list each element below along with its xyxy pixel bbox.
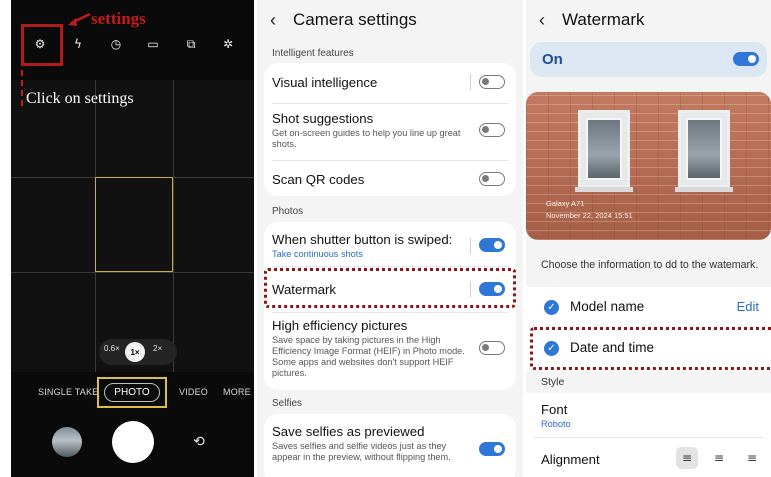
watermark-panel: ‹ Watermark On Galaxy A71 November 22, 2… — [526, 0, 771, 477]
window-image — [675, 110, 733, 192]
watermark-header: ‹ Watermark — [526, 0, 771, 40]
filters-icon[interactable]: ✲ — [219, 35, 237, 53]
on-label: On — [542, 51, 563, 68]
settings-header: ‹ Camera settings — [257, 0, 523, 40]
option-label: Model name — [570, 299, 645, 314]
camera-settings-panel: ‹ Camera settings Intelligent features V… — [257, 0, 523, 477]
flash-icon[interactable]: ϟ — [69, 35, 87, 53]
alignment-label: Alignment — [541, 452, 600, 467]
align-center-icon[interactable]: ≡ — [708, 447, 730, 469]
zoom-option-1x[interactable]: 1× — [125, 342, 145, 362]
watermark-highlight-box — [264, 268, 516, 308]
mode-more[interactable]: MORE — [223, 387, 251, 397]
gallery-thumbnail[interactable] — [52, 427, 82, 457]
switch-camera-icon[interactable]: ⟲ — [191, 434, 207, 450]
setting-value: Take continuous shots — [272, 249, 363, 259]
zoom-option-0-6x[interactable]: 0.6× — [104, 344, 120, 353]
zoom-option-2x[interactable]: 2× — [153, 344, 162, 353]
setting-shutter-swiped[interactable]: When shutter button is swiped: Take cont… — [272, 232, 482, 260]
back-arrow-icon[interactable]: ‹ — [539, 10, 553, 31]
setting-label: Save selfies as previewed — [272, 424, 425, 439]
section-intelligent-features: Intelligent features — [272, 48, 354, 59]
setting-description: Save space by taking pictures in the Hig… — [272, 335, 465, 378]
setting-label: Font — [541, 402, 568, 417]
shot-suggestions-toggle[interactable] — [479, 123, 505, 137]
setting-description: Get on-screen guides to help you line up… — [272, 128, 461, 149]
divider — [534, 437, 763, 438]
edit-button[interactable]: Edit — [737, 299, 759, 314]
watermark-on-toggle[interactable] — [733, 52, 759, 66]
focus-frame — [95, 177, 173, 272]
shutter-swiped-toggle[interactable] — [479, 238, 505, 252]
annotation-arrow-icon — [68, 12, 91, 26]
settings-annotation: settings — [91, 9, 146, 28]
aspect-ratio-icon[interactable]: ▭ — [144, 35, 162, 53]
section-selfies: Selfies — [272, 398, 303, 409]
motion-photo-icon[interactable]: ⧉ — [182, 35, 200, 53]
page-title: Camera settings — [293, 10, 417, 29]
high-efficiency-toggle[interactable] — [479, 341, 505, 355]
divider — [470, 74, 471, 90]
grid-line — [173, 80, 174, 372]
option-model-name[interactable]: ✓ Model name Edit — [526, 289, 771, 325]
section-photos: Photos — [272, 206, 304, 217]
setting-value: Roboto — [541, 419, 571, 429]
save-selfies-toggle[interactable] — [479, 442, 505, 456]
grid-line — [11, 272, 254, 273]
setting-font[interactable]: Font Roboto — [541, 402, 571, 430]
divider — [272, 266, 508, 267]
align-right-icon[interactable]: ≡ — [741, 447, 763, 469]
setting-label: When shutter button is swiped: — [272, 232, 453, 247]
settings-highlight-box — [21, 24, 63, 66]
selfies-card: Save selfies as previewed Saves selfies … — [264, 414, 516, 477]
divider — [272, 103, 508, 104]
intelligent-features-card: Visual intelligence Shot suggestions Get… — [264, 63, 516, 196]
window-pane — [686, 118, 722, 180]
shutter-button[interactable] — [112, 421, 154, 463]
setting-scan-qr[interactable]: Scan QR codes — [272, 172, 482, 187]
mode-photo[interactable]: PHOTO — [97, 377, 167, 408]
setting-visual-intelligence[interactable]: Visual intelligence — [272, 75, 482, 90]
scan-qr-toggle[interactable] — [479, 172, 505, 186]
divider — [470, 238, 471, 254]
visual-intelligence-toggle[interactable] — [479, 75, 505, 89]
watermark-prompt: Choose the information to dd to the wate… — [541, 259, 759, 271]
section-style: Style — [541, 376, 565, 388]
instruction-annotation: Click on settings — [26, 90, 134, 107]
divider — [272, 312, 508, 313]
timer-icon[interactable]: ◷ — [107, 35, 125, 53]
setting-high-efficiency[interactable]: High efficiency pictures Save space by t… — [272, 318, 472, 379]
preview-model-text: Galaxy A71 — [546, 199, 585, 208]
annotation-dashed-line — [21, 70, 23, 106]
setting-label: Visual intelligence — [272, 75, 378, 90]
setting-label: Scan QR codes — [272, 172, 365, 187]
back-arrow-icon[interactable]: ‹ — [270, 10, 284, 31]
setting-label: High efficiency pictures — [272, 318, 408, 333]
window-sill — [675, 187, 733, 192]
checkmark-icon[interactable]: ✓ — [544, 300, 559, 315]
style-card: Font Roboto Alignment — [526, 393, 771, 477]
date-time-highlight-box — [530, 327, 771, 370]
align-left-icon[interactable]: ≡ — [676, 447, 698, 469]
watermark-master-switch[interactable]: On — [530, 42, 767, 77]
setting-description: Saves selfies and selfie videos just as … — [272, 441, 451, 462]
divider — [272, 160, 508, 161]
mode-video[interactable]: VIDEO — [179, 387, 208, 397]
mode-photo-label: PHOTO — [104, 383, 160, 402]
camera-panel: ⚙ ϟ ◷ ▭ ⧉ ✲ settings Click on settings 0… — [11, 0, 254, 477]
page-title: Watermark — [562, 10, 645, 29]
watermark-preview-image: Galaxy A71 November 22, 2024 15:51 — [526, 92, 771, 240]
setting-shot-suggestions[interactable]: Shot suggestions Get on-screen guides to… — [272, 111, 470, 150]
preview-date-text: November 22, 2024 15:51 — [546, 211, 633, 220]
setting-save-selfies[interactable]: Save selfies as previewed Saves selfies … — [272, 424, 472, 463]
mode-single-take[interactable]: SINGLE TAKE — [38, 387, 98, 397]
window-image — [575, 110, 633, 192]
window-pane — [586, 118, 622, 180]
window-sill — [575, 187, 633, 192]
setting-label: Shot suggestions — [272, 111, 374, 126]
